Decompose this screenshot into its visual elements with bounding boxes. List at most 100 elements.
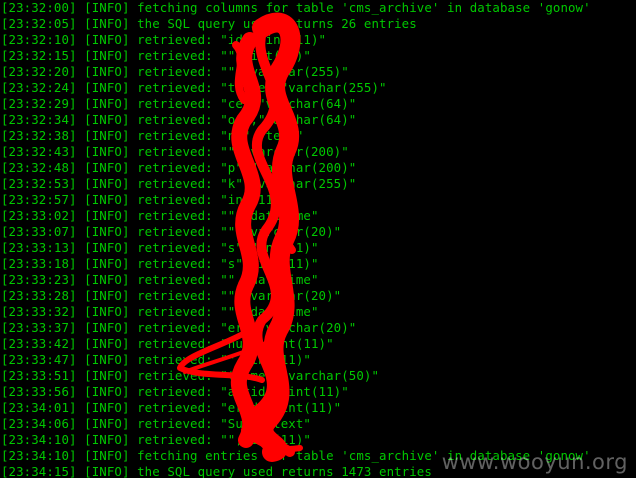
log-level: [INFO]	[84, 288, 130, 303]
log-message: retrieved: "id","int(11)"	[137, 32, 327, 47]
terminal-window[interactable]: [23:32:00] [INFO] fetching columns for t…	[0, 0, 636, 478]
log-message: retrieved: "or","varchar(64)"	[137, 112, 357, 127]
log-line: [23:34:06] [INFO] retrieved: "Sum","text…	[1, 416, 591, 432]
log-timestamp: [23:34:15]	[1, 464, 77, 478]
log-line: [23:33:56] [INFO] retrieved: "artid","in…	[1, 384, 591, 400]
log-message: retrieved: "er","varchar(20)"	[137, 320, 357, 335]
log-line: [23:34:01] [INFO] retrieved: "erid","int…	[1, 400, 591, 416]
log-level: [INFO]	[84, 304, 130, 319]
log-timestamp: [23:32:00]	[1, 0, 77, 15]
log-timestamp: [23:32:29]	[1, 96, 77, 111]
log-line: [23:32:57] [INFO] retrieved: "int(11)"	[1, 192, 591, 208]
log-timestamp: [23:33:02]	[1, 208, 77, 223]
log-level: [INFO]	[84, 48, 130, 63]
log-message: fetching columns for table 'cms_archive'…	[137, 0, 591, 15]
log-line: [23:33:07] [INFO] retrieved: "","varchar…	[1, 224, 591, 240]
log-level: [INFO]	[84, 112, 130, 127]
log-level: [INFO]	[84, 464, 130, 478]
log-level: [INFO]	[84, 144, 130, 159]
log-level: [INFO]	[84, 160, 130, 175]
log-level: [INFO]	[84, 0, 130, 15]
log-line: [23:33:23] [INFO] retrieved: "","datetim…	[1, 272, 591, 288]
log-message: retrieved: "","int(11)"	[137, 352, 311, 367]
log-level: [INFO]	[84, 368, 130, 383]
log-line: [23:32:43] [INFO] retrieved: "","varchar…	[1, 144, 591, 160]
log-timestamp: [23:33:37]	[1, 320, 77, 335]
log-line: [23:32:53] [INFO] retrieved: "k","varcha…	[1, 176, 591, 192]
log-message: retrieved: "","varchar(255)"	[137, 64, 349, 79]
log-timestamp: [23:32:05]	[1, 16, 77, 31]
log-timestamp: [23:33:47]	[1, 352, 77, 367]
log-message: retrieved: "","varchar(20)"	[137, 224, 342, 239]
log-message: retrieved: "ce","varchar(64)"	[137, 96, 357, 111]
log-level: [INFO]	[84, 272, 130, 287]
log-line: [23:33:02] [INFO] retrieved: "","datetim…	[1, 208, 591, 224]
log-level: [INFO]	[84, 32, 130, 47]
log-message: retrieved: "p","varchar(200)"	[137, 160, 357, 175]
log-timestamp: [23:34:10]	[1, 448, 77, 463]
log-timestamp: [23:32:20]	[1, 64, 77, 79]
log-timestamp: [23:32:10]	[1, 32, 77, 47]
log-line: [23:33:32] [INFO] retrieved: "","datetim…	[1, 304, 591, 320]
log-line: [23:34:10] [INFO] retrieved: "","int(11)…	[1, 432, 591, 448]
log-timestamp: [23:34:06]	[1, 416, 77, 431]
log-line: [23:32:05] [INFO] the SQL query used ret…	[1, 16, 591, 32]
log-line: [23:32:29] [INFO] retrieved: "ce","varch…	[1, 96, 591, 112]
log-message: the SQL query used returns 1473 entries	[137, 464, 432, 478]
log-timestamp: [23:32:48]	[1, 160, 77, 175]
log-line: [23:32:24] [INFO] retrieved: "title","va…	[1, 80, 591, 96]
log-timestamp: [23:32:57]	[1, 192, 77, 207]
log-line: [23:33:42] [INFO] retrieved: "num","int(…	[1, 336, 591, 352]
log-line: [23:32:15] [INFO] retrieved: "","int(11)…	[1, 48, 591, 64]
log-level: [INFO]	[84, 432, 130, 447]
log-level: [INFO]	[84, 240, 130, 255]
log-message: retrieved: "erid","int(11)"	[137, 400, 342, 415]
log-message: retrieved: "tname","varchar(50)"	[137, 368, 380, 383]
log-level: [INFO]	[84, 208, 130, 223]
log-timestamp: [23:32:38]	[1, 128, 77, 143]
log-message: retrieved: "s","int(11)"	[137, 240, 319, 255]
log-message: retrieved: "","varchar(20)"	[137, 288, 342, 303]
log-message: retrieved: "","int(11)"	[137, 432, 311, 447]
log-line: [23:32:38] [INFO] retrieved: "nt","text"	[1, 128, 591, 144]
log-level: [INFO]	[84, 96, 130, 111]
log-level: [INFO]	[84, 16, 130, 31]
log-message: the SQL query used returns 26 entries	[137, 16, 417, 31]
log-line: [23:33:28] [INFO] retrieved: "","varchar…	[1, 288, 591, 304]
log-message: retrieved: "","datetime"	[137, 208, 319, 223]
log-timestamp: [23:33:18]	[1, 256, 77, 271]
log-level: [INFO]	[84, 192, 130, 207]
log-timestamp: [23:32:24]	[1, 80, 77, 95]
log-level: [INFO]	[84, 384, 130, 399]
log-level: [INFO]	[84, 64, 130, 79]
log-message: retrieved: "s","int(11)"	[137, 256, 319, 271]
log-message: retrieved: "int(11)"	[137, 192, 289, 207]
log-timestamp: [23:32:34]	[1, 112, 77, 127]
log-level: [INFO]	[84, 256, 130, 271]
log-timestamp: [23:33:07]	[1, 224, 77, 239]
log-level: [INFO]	[84, 400, 130, 415]
log-message: retrieved: "k","varchar(255)"	[137, 176, 357, 191]
log-message: retrieved: "title","varchar(255)"	[137, 80, 387, 95]
log-message: retrieved: "Sum","text"	[137, 416, 311, 431]
log-line: [23:32:20] [INFO] retrieved: "","varchar…	[1, 64, 591, 80]
log-timestamp: [23:33:42]	[1, 336, 77, 351]
log-message: retrieved: "artid","int(11)"	[137, 384, 349, 399]
log-message: retrieved: "","varchar(200)"	[137, 144, 349, 159]
log-level: [INFO]	[84, 352, 130, 367]
watermark-text: www.wooyun.org	[441, 450, 628, 474]
log-timestamp: [23:33:28]	[1, 288, 77, 303]
log-line: [23:32:48] [INFO] retrieved: "p","varcha…	[1, 160, 591, 176]
log-level: [INFO]	[84, 128, 130, 143]
log-timestamp: [23:33:56]	[1, 384, 77, 399]
log-timestamp: [23:32:43]	[1, 144, 77, 159]
log-message: retrieved: "","datetime"	[137, 272, 319, 287]
log-message: retrieved: "nt","text"	[137, 128, 304, 143]
log-message: retrieved: "num","int(11)"	[137, 336, 334, 351]
log-level: [INFO]	[84, 336, 130, 351]
log-level: [INFO]	[84, 80, 130, 95]
log-timestamp: [23:34:10]	[1, 432, 77, 447]
log-timestamp: [23:34:01]	[1, 400, 77, 415]
log-message: retrieved: "","int(11)"	[137, 48, 311, 63]
log-timestamp: [23:33:51]	[1, 368, 77, 383]
